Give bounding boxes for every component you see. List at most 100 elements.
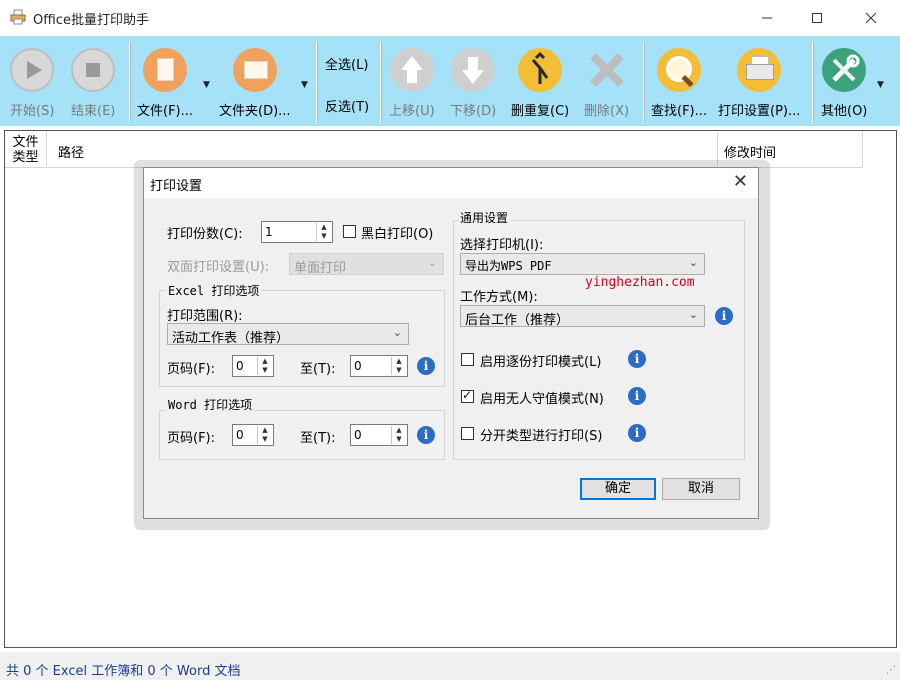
find-button[interactable]: 查找(F)... bbox=[651, 42, 707, 122]
column-type-line1: 文件 bbox=[12, 135, 39, 150]
status-bar: 共 0 个 Excel 工作簿和 0 个 Word 文档 ⋰ bbox=[0, 652, 900, 680]
info-icon[interactable]: i bbox=[417, 426, 435, 444]
copy-mode-label: 启用逐份打印模式(L) bbox=[480, 355, 602, 370]
stop-icon bbox=[71, 48, 116, 92]
print-range-select[interactable]: 活动工作表（推荐） ⌄ bbox=[167, 323, 409, 346]
toolbar-separator bbox=[129, 42, 131, 122]
print-settings-label: 打印设置(P)... bbox=[718, 104, 801, 119]
toolbar: 开始(S) 结束(E) 文件(F)... ▼ 文件夹(D)... ▼ 全选(L)… bbox=[0, 36, 900, 126]
unattended-mode-checkbox[interactable] bbox=[461, 388, 474, 403]
stop-label: 结束(E) bbox=[71, 104, 116, 119]
stop-button[interactable]: 结束(E) bbox=[71, 42, 115, 122]
invert-selection-button[interactable]: 反选(T) bbox=[325, 96, 369, 115]
start-label: 开始(S) bbox=[10, 104, 55, 119]
file-dropdown-icon[interactable]: ▼ bbox=[203, 80, 210, 90]
column-divider[interactable] bbox=[862, 132, 863, 166]
printer-select[interactable]: 导出为WPS PDF ⌄ bbox=[460, 253, 705, 275]
copies-spinner[interactable]: 1 ▲ ▼ bbox=[261, 221, 333, 243]
split-type-checkbox[interactable] bbox=[461, 427, 474, 440]
printer-value: 导出为WPS PDF bbox=[465, 259, 552, 273]
move-up-label: 上移(U) bbox=[389, 104, 435, 119]
excel-page-from-value: 0 bbox=[236, 359, 244, 373]
folder-icon bbox=[232, 48, 277, 92]
word-page-from-spinner[interactable]: 0 ▲ ▼ bbox=[232, 424, 274, 446]
toolbar-separator bbox=[812, 42, 814, 122]
chevron-down-icon: ⌄ bbox=[392, 326, 402, 339]
info-icon[interactable]: i bbox=[417, 357, 435, 375]
duplex-select[interactable]: 单面打印 ⌄ bbox=[289, 253, 444, 276]
delete-x-icon bbox=[585, 48, 629, 92]
excel-page-from-spinner[interactable]: 0 ▲ ▼ bbox=[232, 355, 274, 377]
add-folder-button[interactable]: 文件夹(D)... bbox=[219, 42, 291, 122]
other-button[interactable]: 其他(O) bbox=[821, 42, 867, 122]
excel-group-title: Excel 打印选项 bbox=[166, 282, 262, 299]
other-label: 其他(O) bbox=[821, 104, 868, 119]
close-icon bbox=[865, 12, 877, 24]
spin-up-icon[interactable]: ▲ bbox=[392, 426, 406, 435]
magnifier-icon bbox=[657, 48, 702, 92]
window-title: Office批量打印助手 bbox=[33, 13, 149, 28]
column-header-path[interactable]: 路径 bbox=[58, 142, 84, 161]
spin-down-icon[interactable]: ▼ bbox=[392, 435, 406, 444]
info-icon[interactable]: i bbox=[715, 307, 733, 325]
word-page-to-value: 0 bbox=[354, 428, 362, 442]
print-range-value: 活动工作表（推荐） bbox=[172, 331, 290, 346]
arrow-down-icon bbox=[451, 48, 496, 92]
dialog-title: 打印设置 bbox=[150, 179, 203, 194]
info-icon[interactable]: i bbox=[628, 387, 646, 405]
maximize-button[interactable] bbox=[794, 0, 840, 36]
work-mode-select[interactable]: 后台工作（推荐） ⌄ bbox=[460, 305, 705, 328]
cancel-button[interactable]: 取消 bbox=[662, 478, 740, 500]
spin-up-icon[interactable]: ▲ bbox=[392, 357, 406, 366]
print-settings-button[interactable]: 打印设置(P)... bbox=[718, 42, 800, 122]
arrow-up-icon bbox=[389, 48, 434, 92]
file-icon bbox=[143, 48, 188, 92]
add-file-button[interactable]: 文件(F)... bbox=[137, 42, 193, 122]
resize-grip-icon[interactable]: ⋰ bbox=[886, 665, 896, 676]
remove-duplicates-button[interactable]: 删重复(C) bbox=[511, 42, 569, 122]
spin-up-icon[interactable]: ▲ bbox=[258, 426, 272, 435]
duplex-value: 单面打印 bbox=[294, 261, 347, 276]
move-down-button[interactable]: 下移(D) bbox=[450, 42, 496, 122]
info-icon[interactable]: i bbox=[628, 424, 646, 442]
word-page-to-spinner[interactable]: 0 ▲ ▼ bbox=[350, 424, 408, 446]
delete-button[interactable]: 删除(X) bbox=[584, 42, 629, 122]
dialog-close-icon[interactable]: ✕ bbox=[733, 171, 748, 192]
folder-label: 文件夹(D)... bbox=[219, 104, 291, 119]
spin-down-icon[interactable]: ▼ bbox=[258, 435, 272, 444]
column-header-modified[interactable]: 修改时间 bbox=[724, 142, 776, 161]
excel-page-to-spinner[interactable]: 0 ▲ ▼ bbox=[350, 355, 408, 377]
move-down-label: 下移(D) bbox=[450, 104, 497, 119]
start-button[interactable]: 开始(S) bbox=[10, 42, 54, 122]
spin-down-icon[interactable]: ▼ bbox=[317, 232, 331, 241]
folder-dropdown-icon[interactable]: ▼ bbox=[301, 80, 308, 90]
bw-print-checkbox[interactable] bbox=[343, 225, 356, 238]
copy-mode-checkbox[interactable] bbox=[461, 353, 474, 366]
print-settings-dialog: 打印设置 ✕ 打印份数(C): 1 ▲ ▼ 黑白打印(O) 双面打印设置(U): … bbox=[143, 167, 759, 519]
excel-page-label: 页码(F): bbox=[167, 362, 216, 377]
file-label: 文件(F)... bbox=[137, 104, 194, 119]
ok-button[interactable]: 确定 bbox=[580, 478, 656, 500]
watermark-text: yinghezhan.com bbox=[585, 275, 695, 290]
other-dropdown-icon[interactable]: ▼ bbox=[877, 80, 884, 90]
printer-app-icon bbox=[10, 9, 26, 25]
find-label: 查找(F)... bbox=[651, 104, 708, 119]
spin-down-icon[interactable]: ▼ bbox=[392, 366, 406, 375]
close-button[interactable] bbox=[848, 0, 894, 36]
move-up-button[interactable]: 上移(U) bbox=[389, 42, 435, 122]
spin-up-icon[interactable]: ▲ bbox=[317, 223, 331, 232]
minimize-button[interactable] bbox=[744, 0, 790, 36]
dedupe-label: 删重复(C) bbox=[511, 104, 570, 119]
excel-to-label: 至(T): bbox=[300, 362, 336, 377]
select-all-button[interactable]: 全选(L) bbox=[325, 54, 368, 73]
minimize-icon bbox=[762, 17, 772, 19]
info-icon[interactable]: i bbox=[628, 350, 646, 368]
spin-down-icon[interactable]: ▼ bbox=[258, 366, 272, 375]
word-page-label: 页码(F): bbox=[167, 431, 216, 446]
toolbar-separator bbox=[316, 42, 318, 122]
print-range-label: 打印范围(R): bbox=[167, 309, 243, 324]
word-page-from-value: 0 bbox=[236, 428, 244, 442]
column-header-type[interactable]: 文件 类型 bbox=[5, 132, 47, 166]
chevron-down-icon: ⌄ bbox=[427, 256, 437, 269]
spin-up-icon[interactable]: ▲ bbox=[258, 357, 272, 366]
